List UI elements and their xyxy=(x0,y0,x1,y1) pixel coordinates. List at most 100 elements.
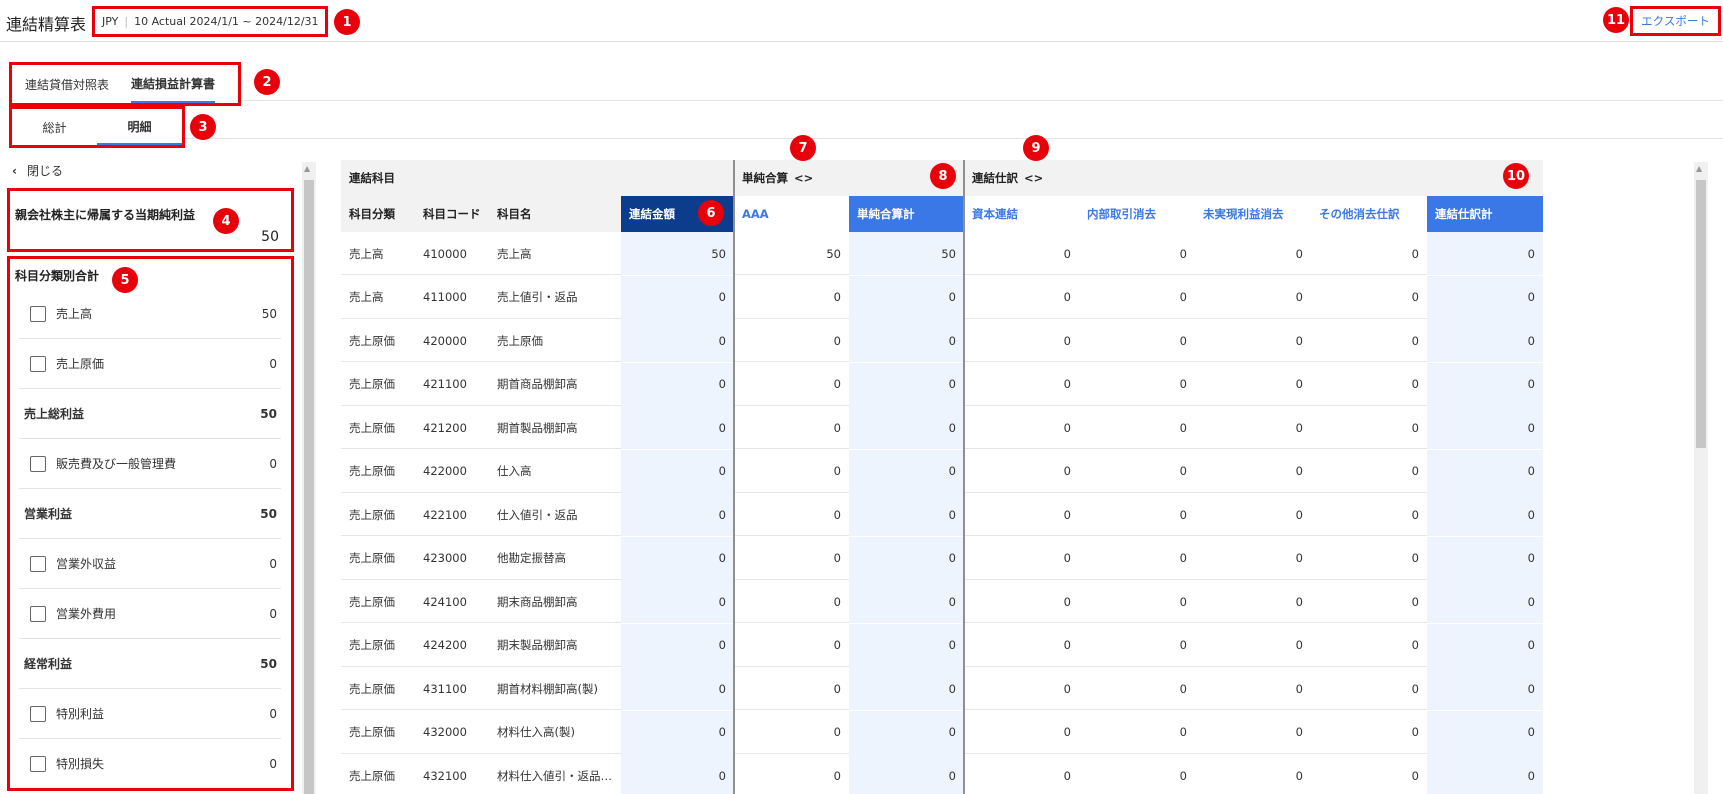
group-journal: 連結仕訳 <> xyxy=(964,160,1543,196)
annotation-badge: 6 xyxy=(698,200,724,226)
cell-name: 期首商品棚卸高 xyxy=(497,377,578,391)
col-simple-total[interactable]: 単純合算計 xyxy=(849,196,964,232)
sidebar-scrollbar[interactable]: ▲ xyxy=(302,162,316,794)
cell-unrealized: 0 xyxy=(1295,768,1303,783)
cell-journal-total: 0 xyxy=(1427,449,1543,493)
expand-collapse-icon[interactable]: <> xyxy=(794,171,813,185)
cell-journal-total: 0 xyxy=(1427,580,1543,623)
expand-collapse-icon[interactable]: <> xyxy=(1024,171,1043,185)
col-capital[interactable]: 資本連結 xyxy=(964,196,1079,232)
period-label: 10 Actual 2024/1/1 ~ 2024/12/31 xyxy=(134,15,319,28)
category-filter-row[interactable]: 売上原価 0 xyxy=(19,339,281,389)
cell-journal-total: 0 xyxy=(1427,623,1543,667)
cell-intercompany: 0 xyxy=(1179,551,1187,565)
cell-unrealized: 0 xyxy=(1295,377,1303,391)
category-filter-row[interactable]: 特別損失 0 xyxy=(19,739,281,788)
cell-aaa: 0 xyxy=(833,507,841,522)
cell-name: 材料仕入高(製) xyxy=(497,725,575,739)
cell-category: 売上原価 xyxy=(349,507,395,522)
category-filter-row[interactable]: 営業外費用 0 xyxy=(19,589,281,639)
col-code[interactable]: 科目コード xyxy=(415,196,489,232)
cell-category: 売上高 xyxy=(349,246,384,261)
cell-aaa: 0 xyxy=(833,420,841,435)
table-row[interactable]: 売上原価 432000 材料仕入高(製) 0 0 0 0 0 0 0 0 xyxy=(341,710,1543,754)
cell-capital: 0 xyxy=(1063,420,1071,435)
col-other[interactable]: その他消去仕訳 xyxy=(1311,196,1427,232)
cell-consolidated: 0 xyxy=(621,710,734,754)
cell-unrealized: 0 xyxy=(1295,725,1303,739)
category-label: 売上総利益 xyxy=(24,407,85,421)
category-filter-row[interactable]: 売上高 50 xyxy=(19,289,281,339)
category-checkbox[interactable] xyxy=(30,455,46,472)
cell-journal-total: 0 xyxy=(1427,667,1543,710)
cell-category: 売上原価 xyxy=(349,377,395,391)
col-aaa[interactable]: AAA xyxy=(734,196,849,232)
tab-balance-sheet[interactable]: 連結貸借対照表 xyxy=(25,65,109,103)
cell-name: 売上値引・返品 xyxy=(497,290,578,304)
net-income-value: 50 xyxy=(261,229,279,245)
category-filter-row[interactable]: 営業外収益 0 xyxy=(19,539,281,589)
table-row[interactable]: 売上原価 422000 仕入高 0 0 0 0 0 0 0 0 xyxy=(341,449,1543,493)
table-row[interactable]: 売上原価 423000 他勘定振替高 0 0 0 0 0 0 0 0 xyxy=(341,536,1543,580)
grid-scrollbar[interactable]: ▲ xyxy=(1694,162,1708,794)
category-checkbox[interactable] xyxy=(30,355,46,372)
table-row[interactable]: 売上高 411000 売上値引・返品 0 0 0 0 0 0 0 0 xyxy=(341,275,1543,319)
cell-capital: 0 xyxy=(1063,290,1071,304)
cell-category: 売上原価 xyxy=(349,420,395,435)
table-row[interactable]: 売上原価 431100 期首材料棚卸高(製) 0 0 0 0 0 0 0 0 xyxy=(341,667,1543,710)
scroll-up-icon[interactable]: ▲ xyxy=(1696,164,1702,173)
cell-consolidated: 0 xyxy=(621,449,734,493)
cell-unrealized: 0 xyxy=(1295,420,1303,435)
table-row[interactable]: 売上高 410000 売上高 50 50 50 0 0 0 0 0 xyxy=(341,232,1543,275)
table-row[interactable]: 売上原価 424200 期末製品棚卸高 0 0 0 0 0 0 0 0 xyxy=(341,623,1543,667)
scrollbar-thumb[interactable] xyxy=(1696,180,1706,448)
col-unrealized[interactable]: 未実現利益消去 xyxy=(1195,196,1311,232)
cell-unrealized: 0 xyxy=(1295,638,1303,652)
tab-detail[interactable]: 明細 xyxy=(97,109,182,145)
cell-intercompany: 0 xyxy=(1179,377,1187,391)
annotation-badge: 11 xyxy=(1603,7,1629,33)
category-checkbox[interactable] xyxy=(30,305,46,322)
cell-name: 期末商品棚卸高 xyxy=(497,594,578,609)
chevron-left-icon: ‹ xyxy=(12,163,17,178)
cell-other: 0 xyxy=(1411,725,1419,739)
cell-consolidated: 0 xyxy=(621,275,734,319)
export-button[interactable]: エクスポート xyxy=(1630,6,1721,36)
close-label: 閉じる xyxy=(26,164,63,178)
consolidation-grid: 連結科目 単純合算 <> 連結仕訳 <> 科目分類 科目コード 科目名 連結金額… xyxy=(341,160,1543,794)
scrollbar-thumb[interactable] xyxy=(304,180,314,794)
close-panel-button[interactable]: ‹ 閉じる xyxy=(12,162,63,179)
category-label: 販売費及び一般管理費 xyxy=(56,457,177,471)
category-row-left: 特別利益 xyxy=(24,705,104,722)
category-label: 売上高 xyxy=(56,307,93,321)
category-checkbox[interactable] xyxy=(30,755,46,772)
table-row[interactable]: 売上原価 422100 仕入値引・返品 0 0 0 0 0 0 0 0 xyxy=(341,493,1543,536)
cell-capital: 0 xyxy=(1063,681,1071,696)
cell-code: 411000 xyxy=(423,290,467,304)
scroll-up-icon[interactable]: ▲ xyxy=(304,164,310,173)
cell-journal-total: 0 xyxy=(1427,275,1543,319)
table-row[interactable]: 売上原価 421200 期首製品棚卸高 0 0 0 0 0 0 0 0 xyxy=(341,406,1543,449)
category-label: 営業外費用 xyxy=(56,607,117,621)
table-row[interactable]: 売上原価 432100 材料仕入値引・返品… 0 0 0 0 0 0 0 0 xyxy=(341,754,1543,794)
col-intercompany[interactable]: 内部取引消去 xyxy=(1079,196,1195,232)
tab-income-statement[interactable]: 連結損益計算書 xyxy=(131,65,216,103)
col-category[interactable]: 科目分類 xyxy=(341,196,415,232)
tab-summary[interactable]: 総計 xyxy=(12,109,97,145)
cell-intercompany: 0 xyxy=(1179,681,1187,696)
cell-other: 0 xyxy=(1411,246,1419,261)
table-row[interactable]: 売上原価 420000 売上原価 0 0 0 0 0 0 0 0 xyxy=(341,319,1543,362)
category-filter-row[interactable]: 販売費及び一般管理費 0 xyxy=(19,439,281,489)
table-row[interactable]: 売上原価 421100 期首商品棚卸高 0 0 0 0 0 0 0 0 xyxy=(341,362,1543,406)
col-name[interactable]: 科目名 xyxy=(489,196,621,232)
category-checkbox[interactable] xyxy=(30,705,46,722)
category-label: 経常利益 xyxy=(24,657,73,671)
col-journal-total[interactable]: 連結仕訳計 xyxy=(1427,196,1543,232)
period-selector[interactable]: JPY | 10 Actual 2024/1/1 ~ 2024/12/31 xyxy=(92,6,328,37)
cell-code: 432100 xyxy=(423,768,467,783)
table-row[interactable]: 売上原価 424100 期末商品棚卸高 0 0 0 0 0 0 0 0 xyxy=(341,580,1543,623)
category-checkbox[interactable] xyxy=(30,555,46,572)
category-filter-row[interactable]: 特別利益 0 xyxy=(19,689,281,739)
category-checkbox[interactable] xyxy=(30,605,46,622)
cell-other: 0 xyxy=(1411,507,1419,522)
